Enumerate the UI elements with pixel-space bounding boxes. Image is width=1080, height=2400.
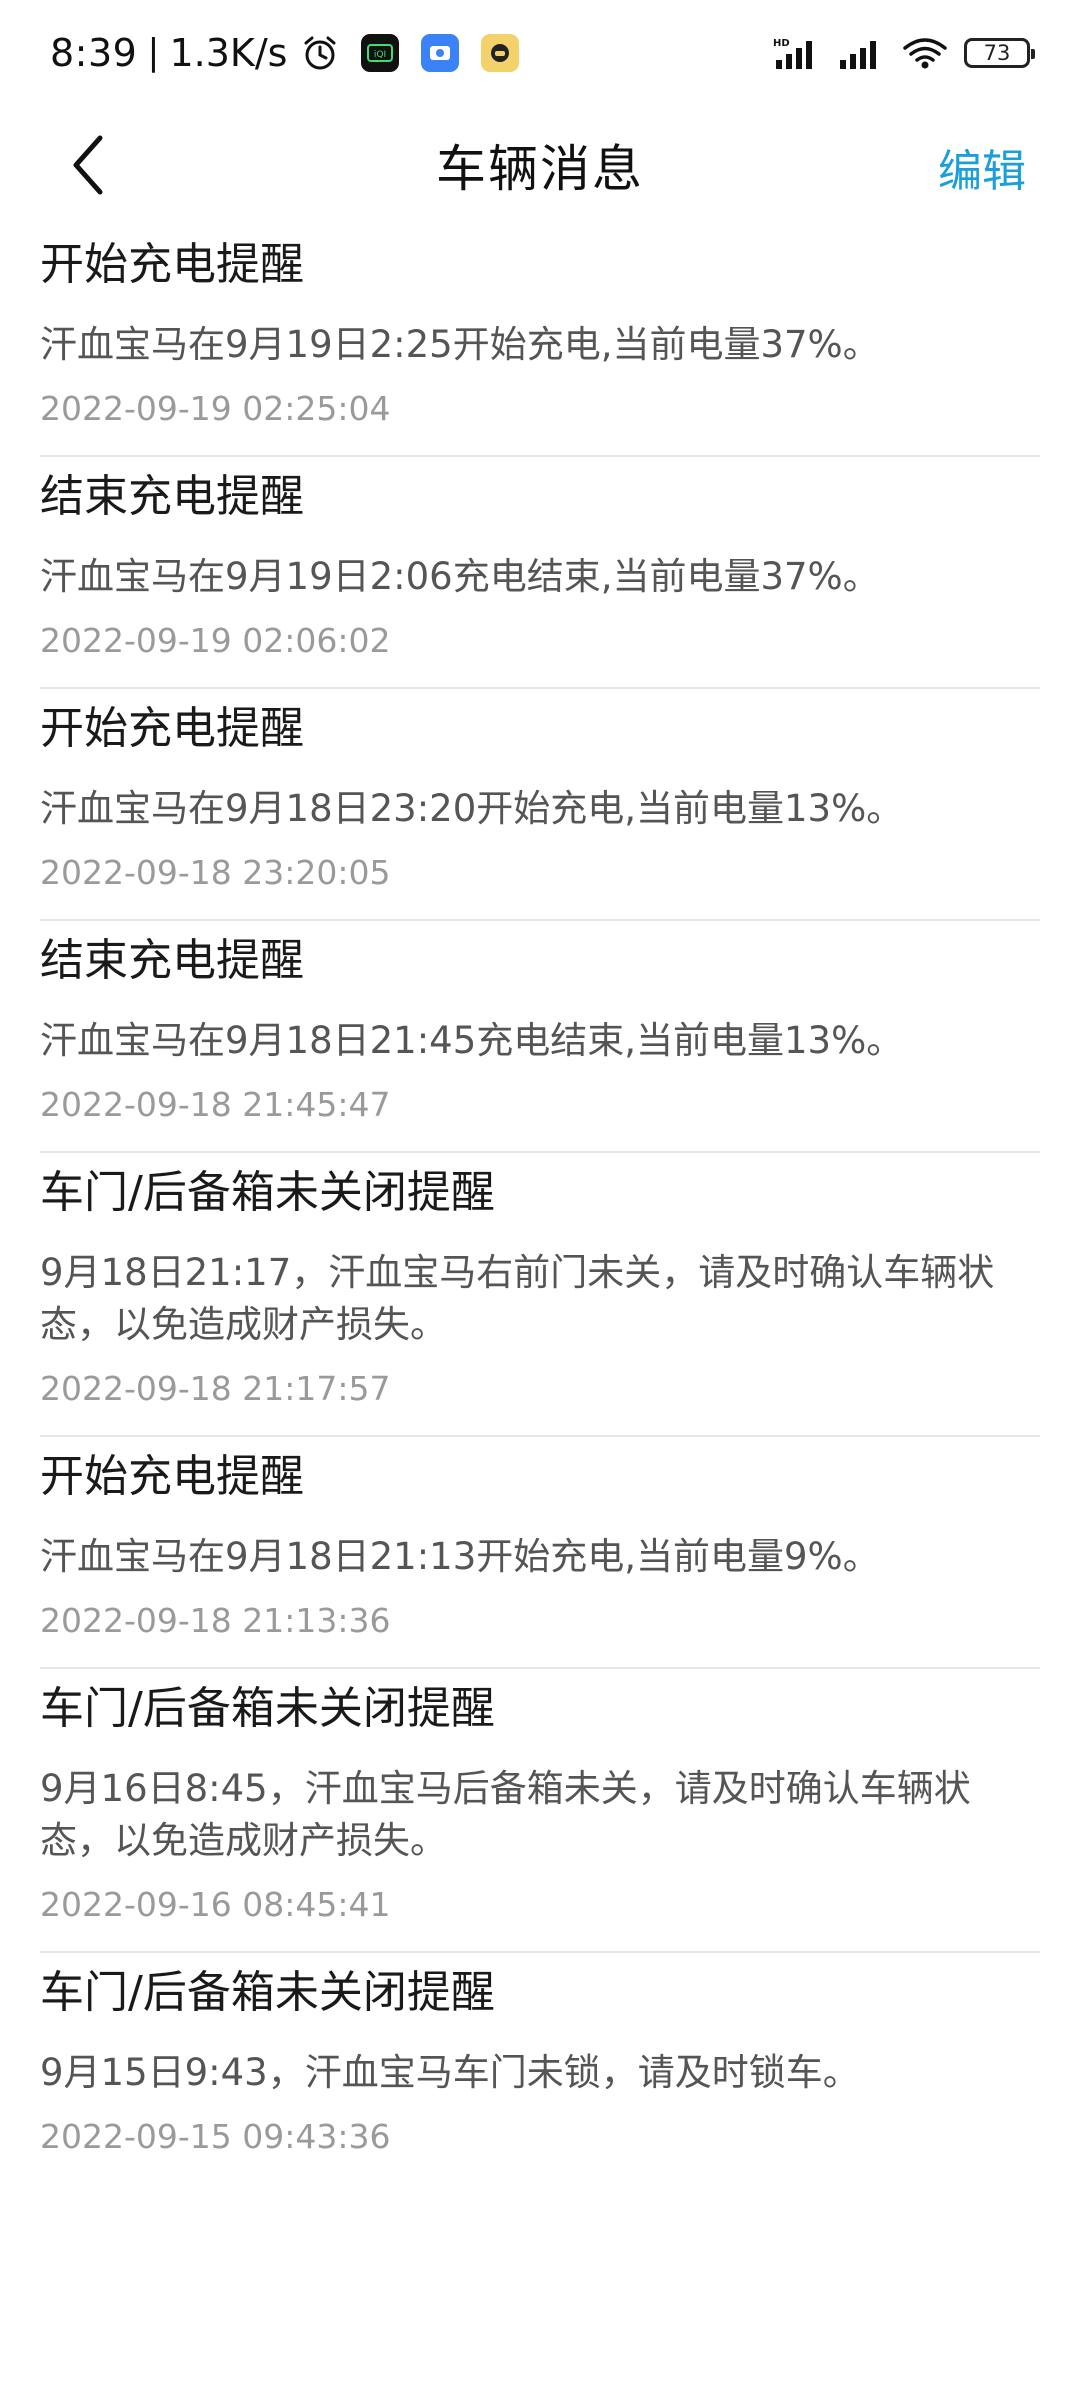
message-title: 开始充电提醒 — [40, 239, 304, 290]
message-timestamp: 2022-09-16 08:45:41 — [40, 1885, 391, 1924]
message-timestamp: 2022-09-19 02:25:04 — [40, 389, 391, 428]
alarm-icon — [301, 34, 339, 72]
status-separator: | — [147, 32, 160, 73]
iqiyi-app-icon: iQI — [361, 33, 400, 72]
network-speed: 1.3K/s — [169, 30, 288, 75]
message-timestamp: 2022-09-19 02:06:02 — [40, 621, 391, 660]
message-title: 开始充电提醒 — [40, 703, 304, 754]
status-time: 8:39 — [50, 30, 138, 75]
battery-icon: 73 — [964, 37, 1035, 68]
status-right: HD 73 — [772, 36, 1035, 70]
message-title: 车门/后备箱未关闭提醒 — [40, 1167, 495, 1218]
message-body: 9月15日9:43，汗血宝马车门未锁，请及时锁车。 — [40, 2051, 860, 2094]
message-timestamp: 2022-09-18 21:45:47 — [40, 1085, 391, 1124]
message-body: 汗血宝马在9月18日21:45充电结束,当前电量13%。 — [40, 1019, 904, 1062]
back-button[interactable] — [50, 127, 126, 203]
maps-app-icon — [421, 33, 460, 72]
svg-text:iQI: iQI — [374, 50, 386, 60]
svg-text:HD: HD — [773, 38, 790, 49]
message-body: 汗血宝马在9月19日2:06充电结束,当前电量37%。 — [40, 555, 880, 598]
header: 车辆消息 编辑 — [0, 105, 1080, 225]
status-left: 8:39 | 1.3K/s iQI — [50, 30, 520, 75]
message-title: 车门/后备箱未关闭提醒 — [40, 1967, 495, 2018]
message-item[interactable]: 开始充电提醒 汗血宝马在9月19日2:25开始充电,当前电量37%。 2022-… — [40, 225, 1040, 457]
message-item[interactable]: 车门/后备箱未关闭提醒 9月18日21:17，汗血宝马右前门未关，请及时确认车辆… — [40, 1153, 1040, 1437]
message-list: 开始充电提醒 汗血宝马在9月19日2:25开始充电,当前电量37%。 2022-… — [0, 225, 1080, 2183]
message-timestamp: 2022-09-18 21:13:36 — [40, 1601, 391, 1640]
message-title: 车门/后备箱未关闭提醒 — [40, 1683, 495, 1734]
message-body: 汗血宝马在9月18日23:20开始充电,当前电量13%。 — [40, 787, 904, 830]
taxi-app-icon — [481, 33, 520, 72]
message-body: 9月16日8:45，汗血宝马后备箱未关，请及时确认车辆状态，以免造成财产损失。 — [40, 1767, 971, 1862]
status-bar: 8:39 | 1.3K/s iQI HD 73 — [0, 0, 1080, 105]
chevron-left-icon — [68, 134, 108, 196]
message-item[interactable]: 车门/后备箱未关闭提醒 9月16日8:45，汗血宝马后备箱未关，请及时确认车辆状… — [40, 1669, 1040, 1953]
message-timestamp: 2022-09-18 23:20:05 — [40, 853, 391, 892]
message-item[interactable]: 结束充电提醒 汗血宝马在9月18日21:45充电结束,当前电量13%。 2022… — [40, 921, 1040, 1153]
message-title: 结束充电提醒 — [40, 471, 304, 522]
message-item[interactable]: 开始充电提醒 汗血宝马在9月18日23:20开始充电,当前电量13%。 2022… — [40, 689, 1040, 921]
message-body: 汗血宝马在9月18日21:13开始充电,当前电量9%。 — [40, 1535, 880, 1578]
signal-icon — [838, 36, 886, 70]
message-timestamp: 2022-09-15 09:43:36 — [40, 2117, 391, 2156]
message-body: 汗血宝马在9月19日2:25开始充电,当前电量37%。 — [40, 323, 880, 366]
message-title: 开始充电提醒 — [40, 1451, 304, 1502]
message-title: 结束充电提醒 — [40, 935, 304, 986]
wifi-icon — [902, 36, 948, 70]
message-timestamp: 2022-09-18 21:17:57 — [40, 1369, 391, 1408]
message-body: 9月18日21:17，汗血宝马右前门未关，请及时确认车辆状态，以免造成财产损失。 — [40, 1251, 995, 1346]
hd-signal-icon: HD — [772, 36, 822, 70]
message-item[interactable]: 开始充电提醒 汗血宝马在9月18日21:13开始充电,当前电量9%。 2022-… — [40, 1437, 1040, 1669]
page-title: 车辆消息 — [436, 140, 644, 198]
message-item[interactable]: 结束充电提醒 汗血宝马在9月19日2:06充电结束,当前电量37%。 2022-… — [40, 457, 1040, 689]
message-item[interactable]: 车门/后备箱未关闭提醒 9月15日9:43，汗血宝马车门未锁，请及时锁车。 20… — [40, 1953, 1040, 2183]
edit-button[interactable]: 编辑 — [938, 135, 1026, 199]
battery-level: 73 — [983, 40, 1011, 65]
